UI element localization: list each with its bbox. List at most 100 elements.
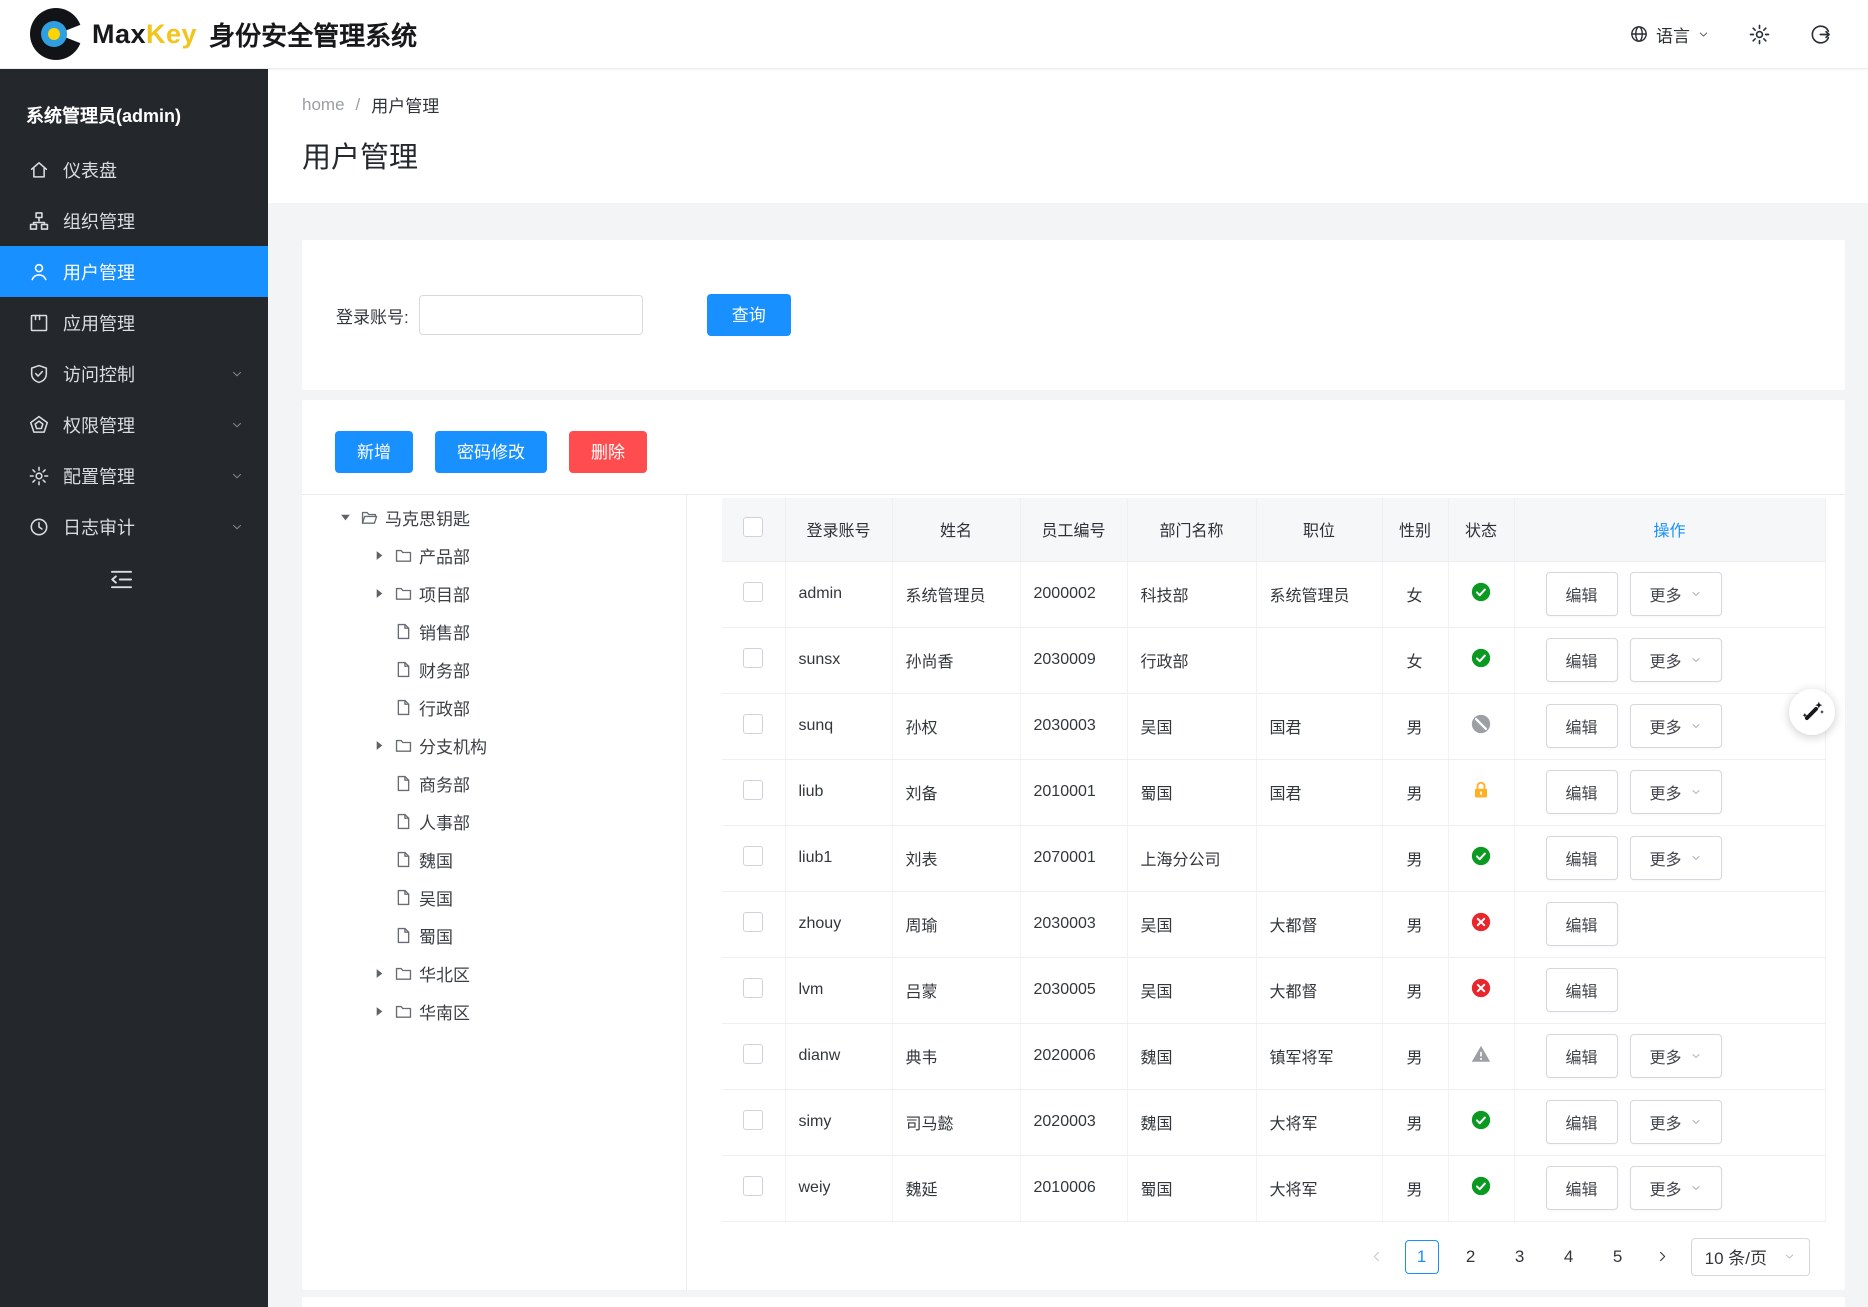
app-title: 身份安全管理系统 <box>209 16 417 53</box>
sidebar-collapse-button[interactable] <box>0 566 268 593</box>
logout-button[interactable] <box>1809 23 1832 46</box>
cell-actions: 编辑更多 <box>1514 1155 1825 1221</box>
tree-item[interactable]: 马克思钥匙 <box>302 498 686 536</box>
tree-item[interactable]: 行政部 <box>302 688 686 726</box>
caret-down-icon[interactable] <box>338 510 360 525</box>
pagination-page-4[interactable]: 4 <box>1552 1240 1586 1274</box>
more-button[interactable]: 更多 <box>1630 1166 1722 1210</box>
pagination-prev[interactable] <box>1364 1249 1390 1264</box>
edit-button[interactable]: 编辑 <box>1546 1034 1618 1078</box>
caret-right-icon[interactable] <box>372 548 394 563</box>
row-checkbox[interactable] <box>743 1044 763 1064</box>
magic-wand-floating-button[interactable] <box>1789 689 1835 735</box>
sidebar-item-label: 配置管理 <box>63 463 135 489</box>
cell-actions: 编辑更多 <box>1514 627 1825 693</box>
edit-button[interactable]: 编辑 <box>1546 836 1618 880</box>
tree-item[interactable]: 分支机构 <box>302 726 686 764</box>
caret-right-icon[interactable] <box>372 1004 394 1019</box>
caret-right-icon[interactable] <box>372 586 394 601</box>
chevron-down-icon <box>1690 720 1702 732</box>
row-checkbox[interactable] <box>743 1176 763 1196</box>
more-button-label: 更多 <box>1650 780 1682 804</box>
page-size-select[interactable]: 10 条/页 <box>1691 1238 1810 1276</box>
row-checkbox[interactable] <box>743 780 763 800</box>
add-button[interactable]: 新增 <box>335 431 413 473</box>
edit-button[interactable]: 编辑 <box>1546 1100 1618 1144</box>
more-button[interactable]: 更多 <box>1630 638 1722 682</box>
tree-item[interactable]: 商务部 <box>302 764 686 802</box>
sidebar-nav: 仪表盘组织管理用户管理应用管理访问控制权限管理配置管理日志审计 <box>0 144 268 552</box>
search-button[interactable]: 查询 <box>707 294 791 336</box>
edit-button[interactable]: 编辑 <box>1546 572 1618 616</box>
sidebar-item-audit[interactable]: 日志审计 <box>0 501 268 552</box>
cell-position: 国君 <box>1256 759 1382 825</box>
edit-button[interactable]: 编辑 <box>1546 704 1618 748</box>
tree-item[interactable]: 项目部 <box>302 574 686 612</box>
delete-button[interactable]: 删除 <box>569 431 647 473</box>
caret-right-icon[interactable] <box>372 966 394 981</box>
sidebar-item-configuration[interactable]: 配置管理 <box>0 450 268 501</box>
more-button[interactable]: 更多 <box>1630 1034 1722 1078</box>
edit-button[interactable]: 编辑 <box>1546 638 1618 682</box>
breadcrumb-home[interactable]: home <box>302 95 345 115</box>
tree-item[interactable]: 财务部 <box>302 650 686 688</box>
status-warning-icon <box>1470 1043 1492 1065</box>
tree-item[interactable]: 魏国 <box>302 840 686 878</box>
more-button[interactable]: 更多 <box>1630 836 1722 880</box>
chevron-down-icon <box>1690 588 1702 600</box>
chevron-down-icon <box>1690 852 1702 864</box>
more-button[interactable]: 更多 <box>1630 1100 1722 1144</box>
status-active-icon <box>1470 581 1492 603</box>
row-checkbox[interactable] <box>743 648 763 668</box>
more-button[interactable]: 更多 <box>1630 770 1722 814</box>
edit-button[interactable]: 编辑 <box>1546 968 1618 1012</box>
edit-button[interactable]: 编辑 <box>1546 1166 1618 1210</box>
sidebar-item-users[interactable]: 用户管理 <box>0 246 268 297</box>
row-checkbox[interactable] <box>743 582 763 602</box>
login-account-input[interactable] <box>419 295 643 335</box>
tree-item[interactable]: 销售部 <box>302 612 686 650</box>
chevron-down-icon <box>1690 786 1702 798</box>
row-checkbox-cell <box>722 1023 785 1089</box>
sidebar-item-label: 权限管理 <box>63 412 135 438</box>
tree-item[interactable]: 人事部 <box>302 802 686 840</box>
tree-item[interactable]: 吴国 <box>302 878 686 916</box>
file-icon <box>394 660 419 679</box>
page-head: home / 用户管理 用户管理 <box>268 69 1868 203</box>
sidebar-item-access-control[interactable]: 访问控制 <box>0 348 268 399</box>
select-all-checkbox[interactable] <box>743 517 763 537</box>
file-icon <box>394 622 419 641</box>
row-checkbox[interactable] <box>743 714 763 734</box>
sidebar-item-organization[interactable]: 组织管理 <box>0 195 268 246</box>
pagination-page-5[interactable]: 5 <box>1601 1240 1635 1274</box>
tree-item[interactable]: 华南区 <box>302 992 686 1030</box>
sidebar-item-applications[interactable]: 应用管理 <box>0 297 268 348</box>
status-inactive-icon <box>1470 977 1492 999</box>
pagination-page-1[interactable]: 1 <box>1405 1240 1439 1274</box>
cell-status <box>1448 759 1514 825</box>
sidebar-item-dashboard[interactable]: 仪表盘 <box>0 144 268 195</box>
cell-status <box>1448 627 1514 693</box>
pagination-page-3[interactable]: 3 <box>1503 1240 1537 1274</box>
language-menu[interactable]: 语言 <box>1629 22 1710 47</box>
tree-item[interactable]: 产品部 <box>302 536 686 574</box>
row-checkbox[interactable] <box>743 1110 763 1130</box>
header-checkbox-cell <box>722 498 785 561</box>
settings-button[interactable] <box>1748 23 1771 46</box>
row-checkbox[interactable] <box>743 912 763 932</box>
more-button[interactable]: 更多 <box>1630 704 1722 748</box>
row-checkbox[interactable] <box>743 846 763 866</box>
sidebar-item-permissions[interactable]: 权限管理 <box>0 399 268 450</box>
change-password-button[interactable]: 密码修改 <box>435 431 547 473</box>
row-checkbox[interactable] <box>743 978 763 998</box>
tree-item[interactable]: 华北区 <box>302 954 686 992</box>
edit-button[interactable]: 编辑 <box>1546 902 1618 946</box>
edit-button[interactable]: 编辑 <box>1546 770 1618 814</box>
caret-right-icon[interactable] <box>372 738 394 753</box>
pagination-next[interactable] <box>1650 1249 1676 1264</box>
cell-name: 周瑜 <box>892 891 1020 957</box>
more-button[interactable]: 更多 <box>1630 572 1722 616</box>
tree-item[interactable]: 蜀国 <box>302 916 686 954</box>
pagination-page-2[interactable]: 2 <box>1454 1240 1488 1274</box>
tree-item-label: 分支机构 <box>419 733 487 758</box>
